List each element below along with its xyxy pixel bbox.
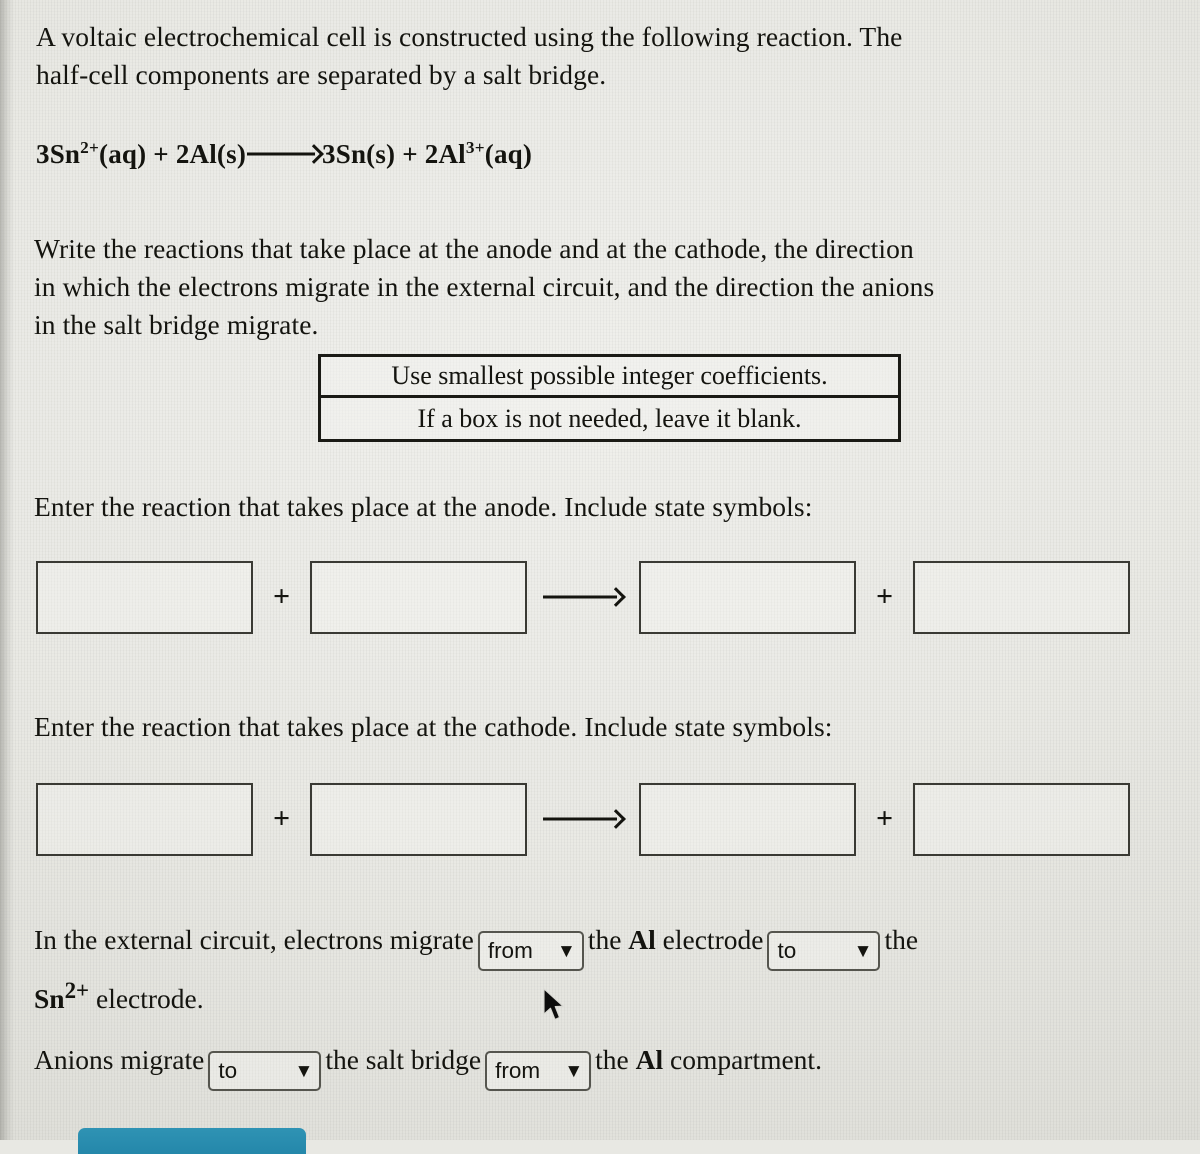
anion-direction-dropdown-1[interactable]: to ▼: [208, 1051, 322, 1091]
anode-reaction-arrow-icon: [527, 592, 639, 602]
equation-product-2-formula: 2Al: [424, 139, 466, 169]
question-content: A voltaic electrochemical cell is constr…: [0, 0, 1200, 1154]
equation-product-1: 3Sn(s): [322, 139, 396, 169]
electron-electrode-2-symbol: Sn: [34, 983, 65, 1015]
anion-direction-dropdown-2[interactable]: from ▼: [485, 1051, 592, 1091]
electron-dropdown-1-value: from: [487, 938, 533, 963]
intro-line-2: half-cell components are separated by a …: [36, 59, 607, 90]
cathode-section-label: Enter the reaction that takes place at t…: [34, 711, 833, 742]
anion-text-middle: the salt bridge: [325, 1044, 482, 1075]
instruction-note-box: Use smallest possible integer coefficien…: [318, 354, 901, 442]
anode-plus-2: +: [875, 580, 894, 613]
anion-compartment-label: Al: [635, 1044, 664, 1075]
chevron-down-icon: ▼: [557, 940, 576, 962]
equation-arrow-icon: [247, 145, 321, 162]
electron-text-middle: the: [587, 924, 622, 955]
electron-text-after: the: [884, 924, 919, 955]
cathode-reactant-1-input[interactable]: [36, 782, 253, 856]
electron-text-before: In the external circuit, electrons migra…: [34, 924, 474, 955]
equation-plus-1: +: [146, 139, 176, 169]
anode-product-2-input[interactable]: [913, 560, 1130, 634]
anion-dropdown-1-value: to: [218, 1058, 238, 1083]
mouse-pointer-arrow-icon: [543, 988, 564, 1021]
cathode-product-2-input[interactable]: [913, 782, 1130, 856]
anode-reactant-1-input[interactable]: [36, 560, 253, 634]
cathode-reactant-2-input[interactable]: [310, 782, 527, 856]
electron-direction-dropdown-1[interactable]: from ▼: [477, 931, 584, 971]
prompt-line-3: in the salt bridge migrate.: [34, 309, 319, 340]
equation-reactant-1-state: (aq): [99, 139, 147, 169]
anion-migration-statement: Anions migrate to ▼ the salt bridge from ▼ the…: [34, 1040, 1194, 1091]
intro-line-1: A voltaic electrochemical cell is constr…: [36, 21, 903, 52]
anion-text-after: the: [595, 1044, 629, 1075]
anion-dropdown-2-value: from: [495, 1058, 541, 1083]
equation-reactant-1-formula: 3Sn: [36, 139, 81, 169]
cathode-answer-row: + +: [36, 780, 1181, 858]
prompt-line-2: in which the electrons migrate in the ex…: [34, 271, 935, 302]
equation-product-2-charge: 3+: [465, 138, 485, 157]
cathode-plus-1: +: [272, 802, 291, 835]
chevron-down-icon: ▼: [564, 1060, 584, 1082]
equation-reactant-1-charge: 2+: [80, 138, 100, 157]
electron-electrode-2-charge: 2+: [64, 978, 90, 1003]
equation-reactant-2: 2Al(s): [175, 139, 247, 169]
prompt-line-1: Write the reactions that take place at t…: [34, 233, 914, 264]
anion-text-before: Anions migrate: [34, 1044, 205, 1075]
anion-text-end: compartment.: [669, 1044, 822, 1075]
cathode-reaction-arrow-icon: [527, 814, 639, 824]
anode-plus-1: +: [272, 580, 291, 613]
electron-text-middle-2: electrode: [662, 924, 764, 955]
cathode-product-1-input[interactable]: [639, 782, 856, 856]
equation-product-2-state: (aq): [484, 139, 533, 169]
chevron-down-icon: ▼: [294, 1060, 314, 1082]
electron-text-end: electrode.: [95, 983, 204, 1015]
electron-direction-dropdown-2[interactable]: to ▼: [767, 931, 881, 971]
question-prompt: Write the reactions that take place at t…: [34, 230, 1199, 344]
intro-paragraph: A voltaic electrochemical cell is constr…: [36, 18, 1196, 94]
electron-migration-statement: In the external circuit, electrons migra…: [34, 920, 1194, 1019]
note-line-1: Use smallest possible integer coefficien…: [321, 357, 898, 398]
overall-reaction-equation: 3Sn2+(aq) + 2Al(s) 3Sn(s) + 2Al3+(aq): [36, 138, 532, 170]
electron-electrode-1-label: Al: [628, 924, 656, 955]
bottom-action-button[interactable]: [78, 1128, 306, 1154]
cathode-plus-2: +: [875, 802, 894, 835]
anode-product-1-input[interactable]: [639, 560, 856, 634]
note-line-2: If a box is not needed, leave it blank.: [417, 403, 802, 433]
anode-section-label: Enter the reaction that takes place at t…: [34, 491, 813, 522]
equation-plus-2: +: [395, 139, 425, 169]
electron-dropdown-2-value: to: [777, 938, 797, 963]
anode-answer-row: + +: [36, 558, 1181, 636]
chevron-down-icon: ▼: [853, 940, 873, 962]
anode-reactant-2-input[interactable]: [310, 560, 527, 634]
